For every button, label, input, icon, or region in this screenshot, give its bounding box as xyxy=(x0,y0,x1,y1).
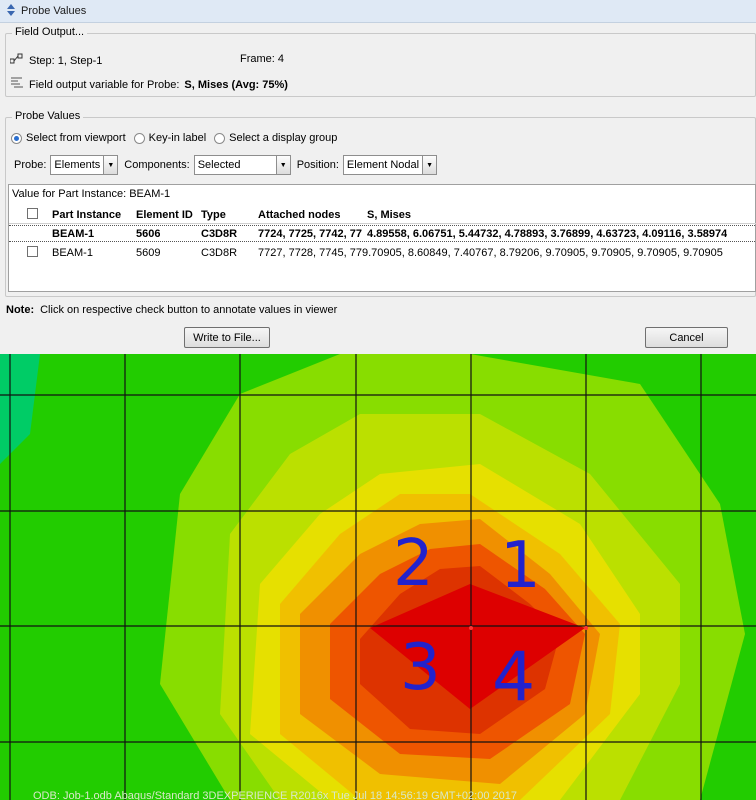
cell-mises: 9.70905, 8.60849, 7.40767, 8.79206, 9.70… xyxy=(362,246,723,259)
probe-values-table: Value for Part Instance: BEAM-1 Part Ins… xyxy=(8,184,756,292)
cancel-button[interactable]: Cancel xyxy=(645,327,728,348)
components-combo-value: Selected xyxy=(197,159,241,171)
cell-element-id: 5606 xyxy=(136,227,161,240)
position-label: Position: xyxy=(296,159,339,171)
frame-label: Frame: 4 xyxy=(240,53,285,65)
step-text: Step: 1, Step-1 xyxy=(29,54,103,67)
header-element-id[interactable]: Element ID xyxy=(136,209,193,221)
chevron-down-icon: ▼ xyxy=(422,156,437,174)
viewport-status: ODB: Job-1.odb Abaqus/Standard 3DEXPERIE… xyxy=(33,790,517,800)
probe-label: Probe: xyxy=(14,159,47,171)
annotation-4: 4 xyxy=(492,638,536,717)
note-text: Click on respective check button to anno… xyxy=(40,304,338,316)
table-header-row: Part Instance Element ID Type Attached n… xyxy=(9,207,756,224)
variable-row: Field output variable for Probe: S, Mise… xyxy=(10,77,288,92)
cell-part: BEAM-1 xyxy=(52,227,95,240)
radio-select-display-group[interactable]: Select a display group xyxy=(214,132,337,144)
probe-app-icon xyxy=(5,3,17,19)
probe-combo-value: Elements xyxy=(54,159,101,171)
annotation-2: 2 xyxy=(393,527,434,601)
radio-indicator xyxy=(133,132,145,144)
cell-nodes: 7724, 7725, 7742, 7743 xyxy=(258,227,362,240)
annotation-1: 1 xyxy=(500,529,541,603)
radio-label: Select a display group xyxy=(229,132,338,144)
selection-radio-row: Select from viewport Key-in label Select… xyxy=(11,132,337,144)
chevron-down-icon: ▼ xyxy=(103,156,118,174)
components-label: Components: xyxy=(124,159,190,171)
radio-key-in-label[interactable]: Key-in label xyxy=(133,132,207,144)
frame-text: Frame: 4 xyxy=(240,53,284,65)
radio-indicator xyxy=(11,132,22,144)
table-row[interactable]: BEAM-1 5606 C3D8R 7724, 7725, 7742, 7743… xyxy=(9,225,756,242)
table-caption: Value for Part Instance: BEAM-1 xyxy=(12,188,171,200)
field-variable-icon xyxy=(10,77,24,92)
cell-mises: 4.89558, 6.06751, 5.44732, 4.78893, 3.76… xyxy=(367,227,728,240)
select-all-checkbox[interactable] xyxy=(27,208,38,222)
window-title: Probe Values xyxy=(21,5,87,17)
radio-label: Select from viewport xyxy=(26,132,126,144)
probe-values-legend: Probe Values xyxy=(12,110,84,122)
header-attached-nodes[interactable]: Attached nodes xyxy=(258,209,341,221)
contour-plot xyxy=(0,354,756,800)
position-combo-value: Element Nodal xyxy=(346,159,420,171)
header-type[interactable]: Type xyxy=(201,209,226,221)
annotation-3: 3 xyxy=(400,631,441,705)
header-part-instance[interactable]: Part Instance xyxy=(52,209,121,221)
cell-element-id: 5609 xyxy=(136,246,161,259)
title-bar: Probe Values xyxy=(0,0,756,23)
variable-value: S, Mises (Avg: 75%) xyxy=(184,78,288,91)
write-to-file-button[interactable]: Write to File... xyxy=(184,327,270,348)
row-checkbox[interactable] xyxy=(27,245,38,260)
components-combo[interactable]: Selected ▼ xyxy=(193,155,291,175)
cell-nodes: 7727, 7728, 7745, 7744 xyxy=(258,246,362,259)
radio-select-from-viewport[interactable]: Select from viewport xyxy=(11,132,126,144)
variable-label: Field output variable for Probe: xyxy=(29,78,180,91)
cell-part: BEAM-1 xyxy=(52,246,93,259)
note-row: Note: Click on respective check button t… xyxy=(6,304,337,316)
radio-label: Key-in label xyxy=(148,132,207,144)
cell-type: C3D8R xyxy=(201,227,238,240)
note-label: Note: xyxy=(6,304,35,316)
field-output-legend: Field Output... xyxy=(12,26,88,38)
probe-options-row: Probe: Elements ▼ Components: Selected ▼… xyxy=(14,155,443,175)
radio-indicator xyxy=(214,132,226,144)
probe-combo[interactable]: Elements ▼ xyxy=(50,155,119,175)
table-row[interactable]: BEAM-1 5609 C3D8R 7727, 7728, 7745, 7744… xyxy=(9,244,756,261)
position-combo[interactable]: Element Nodal ▼ xyxy=(342,155,438,175)
step-icon xyxy=(9,53,24,68)
cell-type: C3D8R xyxy=(201,246,238,259)
probe-values-dialog: Probe Values Field Output... Step: 1, St… xyxy=(0,0,756,354)
header-s-mises[interactable]: S, Mises xyxy=(367,209,411,221)
chevron-down-icon: ▼ xyxy=(275,156,290,174)
step-row: Step: 1, Step-1 xyxy=(9,53,103,68)
viewport[interactable]: 2 1 3 4 ODB: Job-1.odb Abaqus/Standard 3… xyxy=(0,354,756,800)
